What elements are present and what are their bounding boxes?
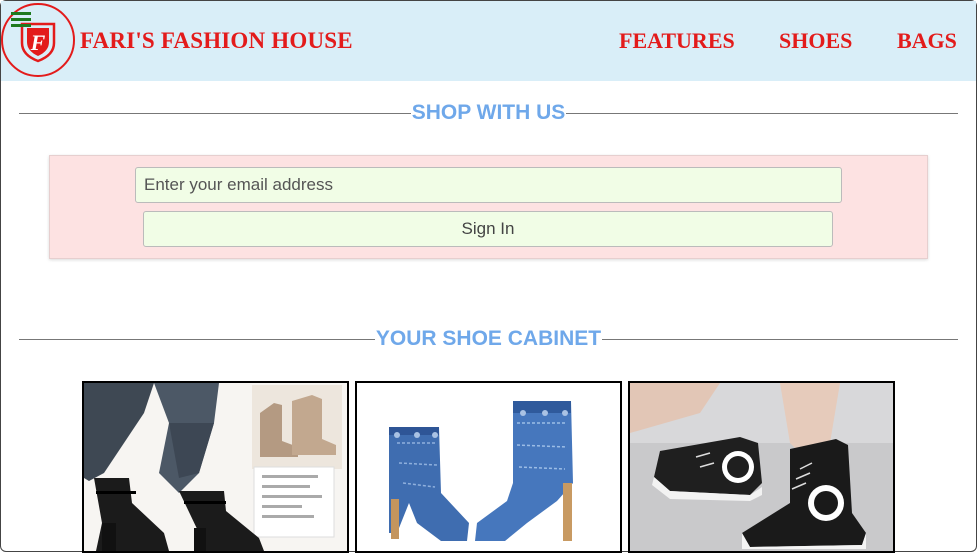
hamburger-menu-icon[interactable]	[11, 11, 31, 32]
brand-name[interactable]: FARI'S FASHION HOUSE	[80, 28, 353, 54]
logo-letter: F	[30, 30, 46, 55]
denim-stiletto-ankle-boots-icon	[357, 383, 620, 551]
nav-link-shoes[interactable]: SHOES	[779, 28, 852, 54]
divider-right	[566, 112, 958, 114]
email-input[interactable]	[135, 167, 842, 203]
shoe-card-black-boots[interactable]	[82, 381, 349, 553]
divider-left	[19, 338, 375, 340]
shoe-card-sneakers[interactable]	[628, 381, 895, 553]
divider-left	[19, 112, 411, 114]
shoe-card-denim-boots[interactable]	[355, 381, 622, 553]
shoe-cabinet-heading: YOUR SHOE CABINET	[19, 327, 958, 351]
header-bar: F FARI'S FASHION HOUSE FEATURES SHOES BA…	[1, 1, 976, 81]
nav-link-features[interactable]: FEATURES	[619, 28, 735, 54]
cabinet-section-title: YOUR SHOE CABINET	[375, 327, 602, 350]
divider-right	[602, 338, 958, 340]
signin-panel: Sign In	[49, 155, 928, 259]
black-high-top-sneakers-icon	[630, 383, 893, 551]
shop-with-us-heading: SHOP WITH US	[19, 101, 958, 125]
shop-section-title: SHOP WITH US	[411, 101, 566, 124]
nav-link-bags[interactable]: BAGS	[897, 28, 957, 54]
sign-in-button[interactable]: Sign In	[143, 211, 833, 247]
black-suede-ankle-boots-icon	[84, 383, 347, 551]
